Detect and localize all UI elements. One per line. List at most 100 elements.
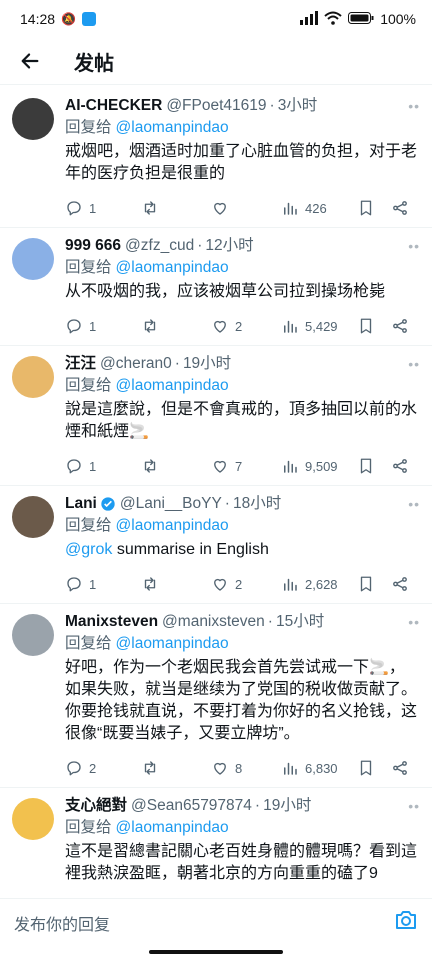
tweet-content: Lani @Lani__BoYY · 18小时 •• 回复给 @laomanpindao @g…: [65, 494, 420, 603]
separator-dot: ·: [269, 97, 275, 114]
verified-badge-icon: [97, 494, 116, 514]
like-button[interactable]: 8: [211, 759, 281, 777]
like-count: 2: [235, 318, 243, 334]
reply-count: 1: [89, 576, 97, 592]
author-handle[interactable]: @manixsteven: [162, 612, 265, 632]
more-options-icon[interactable]: ••: [408, 494, 420, 514]
tweet-card[interactable]: Manixsteven @manixsteven · 15小时 •• 回复给 @laoman…: [0, 604, 432, 788]
signal-icon: [300, 10, 319, 28]
avatar[interactable]: [12, 238, 54, 280]
author-handle[interactable]: @FPoet41619: [166, 96, 266, 116]
tweet-time[interactable]: 12小时: [205, 236, 253, 256]
back-arrow-icon[interactable]: [16, 47, 44, 75]
share-button[interactable]: [391, 199, 415, 217]
reply-button[interactable]: 1: [65, 317, 141, 335]
share-button[interactable]: [391, 575, 415, 593]
avatar[interactable]: [12, 496, 54, 538]
views-button[interactable]: 5,429: [281, 317, 357, 335]
author-name[interactable]: 999 666: [65, 236, 121, 256]
avatar[interactable]: [12, 798, 54, 840]
status-time: 14:28: [20, 11, 56, 27]
more-options-icon[interactable]: ••: [408, 612, 420, 632]
retweet-button[interactable]: [141, 759, 211, 777]
tweet-time[interactable]: 18小时: [233, 494, 281, 514]
like-button[interactable]: 2: [211, 317, 281, 335]
views-button[interactable]: 426: [281, 199, 357, 217]
views-button[interactable]: 9,509: [281, 457, 357, 475]
views-button[interactable]: 6,830: [281, 759, 357, 777]
author-name[interactable]: 汪汪: [65, 354, 96, 374]
camera-icon[interactable]: [394, 909, 418, 950]
views-icon: [281, 575, 305, 593]
replying-to-mention[interactable]: @laomanpindao: [116, 377, 229, 394]
tweet-time[interactable]: 19小时: [183, 354, 231, 374]
tweet-card[interactable]: 999 666 @zfz_cud · 12小时 •• 回复给 @laomanpindao 从不…: [0, 228, 432, 346]
views-button[interactable]: 2,628: [281, 575, 357, 593]
replying-to-mention[interactable]: @laomanpindao: [116, 259, 229, 276]
more-options-icon[interactable]: ••: [408, 354, 420, 374]
bookmark-button[interactable]: [357, 457, 391, 475]
tweet-time[interactable]: 15小时: [276, 612, 324, 632]
header-divider: [0, 84, 432, 85]
share-button[interactable]: [391, 457, 415, 475]
retweet-button[interactable]: [141, 575, 211, 593]
tweet-header: 999 666 @zfz_cud · 12小时 ••: [65, 236, 420, 256]
retweet-button[interactable]: [141, 199, 211, 217]
author-name[interactable]: AI-CHECKER: [65, 96, 162, 116]
share-button[interactable]: [391, 759, 415, 777]
tweet-content: 支心絕對 @Sean65797874 · 19小时 •• 回复给 @laomanpindao…: [65, 796, 420, 898]
reply-button[interactable]: 2: [65, 759, 141, 777]
retweet-button[interactable]: [141, 457, 211, 475]
author-handle[interactable]: @Lani__BoYY: [120, 494, 222, 514]
tweet-card[interactable]: 汪汪 @cheran0 · 19小时 •• 回复给 @laomanpindao 說是這麼說，但…: [0, 346, 432, 486]
status-bar: 14:28 🔕 100%: [0, 0, 432, 38]
tweet-card[interactable]: AI-CHECKER @FPoet41619 · 3小时 •• 回复给 @laomanpin…: [0, 88, 432, 228]
avatar[interactable]: [12, 614, 54, 656]
reply-button[interactable]: 1: [65, 575, 141, 593]
avatar[interactable]: [12, 356, 54, 398]
author-handle[interactable]: @cheran0: [100, 354, 172, 374]
retweet-icon: [141, 199, 165, 217]
more-options-icon[interactable]: ••: [408, 796, 420, 816]
author-handle[interactable]: @Sean65797874: [131, 796, 252, 816]
replying-to-mention[interactable]: @laomanpindao: [116, 635, 229, 652]
replying-to: 回复给 @laomanpindao: [65, 817, 420, 839]
tweet-mention[interactable]: @grok: [65, 541, 112, 558]
replying-to-mention[interactable]: @laomanpindao: [116, 119, 229, 136]
reply-button[interactable]: 1: [65, 457, 141, 475]
bookmark-button[interactable]: [357, 575, 391, 593]
like-button[interactable]: [211, 199, 281, 217]
bookmark-button[interactable]: [357, 199, 391, 217]
replying-to-label: 回复给: [65, 517, 112, 534]
reply-icon: [65, 457, 89, 475]
author-handle[interactable]: @zfz_cud: [125, 236, 194, 256]
replying-to-mention[interactable]: @laomanpindao: [116, 819, 229, 836]
tweet-content: Manixsteven @manixsteven · 15小时 •• 回复给 @laoman…: [65, 612, 420, 787]
tweet-body: summarise in English: [112, 541, 269, 558]
avatar[interactable]: [12, 98, 54, 140]
like-button[interactable]: 7: [211, 457, 281, 475]
author-name[interactable]: Manixsteven: [65, 612, 158, 632]
bookmark-button[interactable]: [357, 759, 391, 777]
tweet-time[interactable]: 19小时: [263, 796, 311, 816]
bookmark-button[interactable]: [357, 317, 391, 335]
replying-to-mention[interactable]: @laomanpindao: [116, 517, 229, 534]
separator-dot: ·: [174, 355, 180, 372]
replying-to-label: 回复给: [65, 377, 112, 394]
home-indicator[interactable]: [149, 950, 283, 954]
more-options-icon[interactable]: ••: [408, 96, 420, 116]
tweet-card[interactable]: Lani @Lani__BoYY · 18小时 •• 回复给 @laomanpindao @g…: [0, 486, 432, 604]
like-button[interactable]: 2: [211, 575, 281, 593]
share-button[interactable]: [391, 317, 415, 335]
tweet-time[interactable]: 3小时: [278, 96, 318, 116]
author-name[interactable]: 支心絕對: [65, 796, 127, 816]
like-count: 7: [235, 458, 243, 474]
retweet-button[interactable]: [141, 317, 211, 335]
more-options-icon[interactable]: ••: [408, 236, 420, 256]
reply-feed[interactable]: AI-CHECKER @FPoet41619 · 3小时 •• 回复给 @laomanpin…: [0, 88, 432, 898]
author-name[interactable]: Lani: [65, 494, 97, 514]
reply-button[interactable]: 1: [65, 199, 141, 217]
tweet-card[interactable]: 支心絕對 @Sean65797874 · 19小时 •• 回复给 @laomanpindao…: [0, 788, 432, 898]
reply-input[interactable]: 发布你的回复: [14, 911, 394, 949]
reply-count: 1: [89, 200, 97, 216]
